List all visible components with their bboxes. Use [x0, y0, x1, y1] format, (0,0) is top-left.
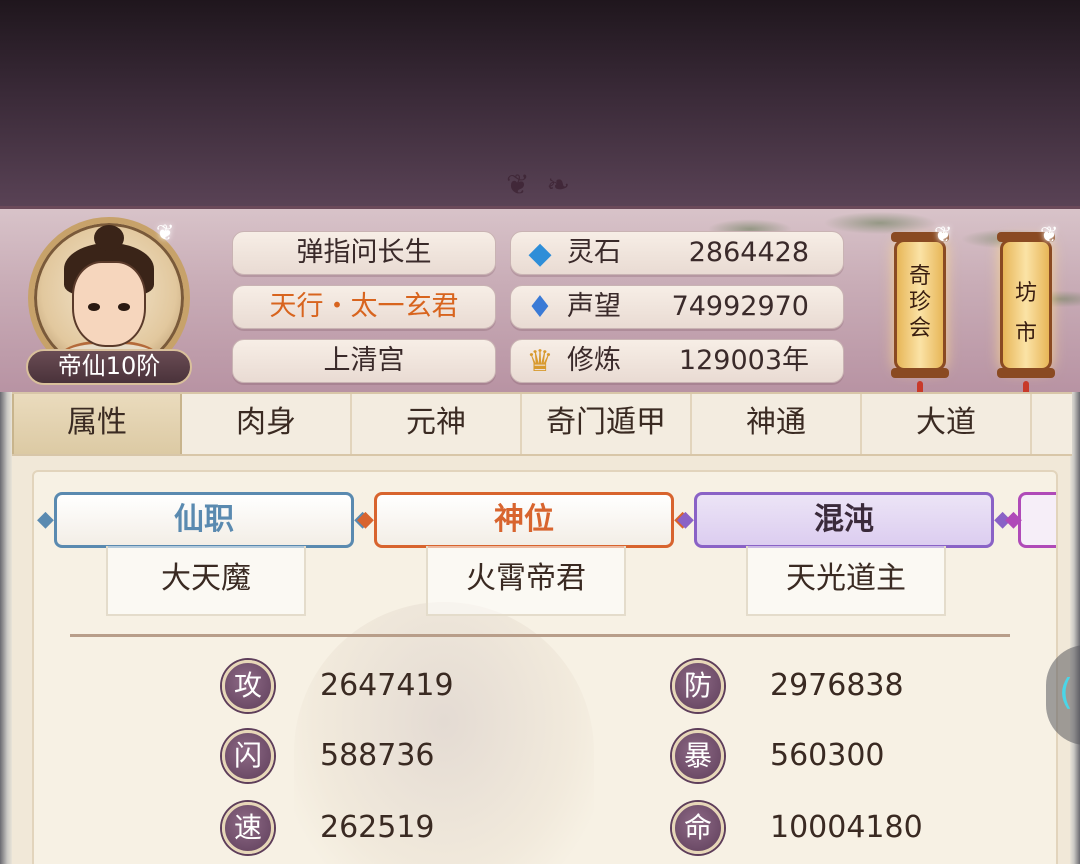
chevron-left-icon: ◆ [677, 507, 694, 532]
butterfly-icon: ❦ [156, 221, 175, 246]
chevron-left-icon: ◆ [357, 507, 374, 532]
title-card-divine-rank[interactable]: ◆ 神位 ◆ 火霄帝君 [357, 492, 691, 642]
title-card-chaos[interactable]: ◆ 混沌 ◆ 天光道主 [677, 492, 1011, 642]
avatar-face [72, 261, 146, 347]
attribute-attack: 攻 2647419 [222, 660, 522, 714]
tab-bar: 属性 肉身 元神 奇门遁甲 神通 大道 [12, 392, 1072, 456]
player-title[interactable]: 天行・太一玄君 [232, 285, 496, 329]
title-banner-label: 神位 [494, 502, 554, 537]
chevron-left-icon: ◆ [37, 507, 54, 532]
attribute-badge: 闪 [222, 730, 274, 782]
resource-label: 声望 [567, 291, 621, 322]
attribute-badge: 暴 [672, 730, 724, 782]
right-frame [1070, 392, 1080, 864]
resource-reputation[interactable]: ♦ 声望 74992970 [510, 285, 844, 329]
player-sect[interactable]: 上清宫 [232, 339, 496, 383]
resource-value: 129003年 [678, 345, 809, 376]
attribute-value: 2647419 [320, 668, 454, 703]
title-value: 大天魔 [106, 546, 306, 616]
attribute-value: 560300 [770, 738, 885, 773]
title-banner: ◆ 仙职 ◆ [37, 492, 371, 548]
chevron-left-icon: ( [1058, 672, 1074, 713]
attribute-value: 588736 [320, 738, 435, 773]
title-banner: ◆ 混沌 ◆ [677, 492, 1011, 548]
attribute-defense: 防 2976838 [672, 660, 972, 714]
player-name: 弹指问长生 [232, 231, 496, 275]
title-value: 火霄帝君 [426, 546, 626, 616]
resource-label: 灵石 [567, 237, 621, 268]
treasure-fair-lantern-button[interactable]: 奇珍会 [891, 232, 949, 378]
rank-badge: 帝仙10阶 [26, 349, 192, 385]
title-banner-label: 混沌 [814, 502, 874, 537]
top-ornament-icon: ❦ ❧ [506, 168, 574, 201]
attribute-badge: 命 [672, 802, 724, 854]
avatar-eye [88, 303, 100, 311]
tab-body[interactable]: 肉身 [182, 394, 352, 454]
butterfly-icon: ❦ [934, 223, 953, 248]
resource-value: 2864428 [688, 237, 809, 268]
left-frame [0, 392, 12, 864]
attribute-badge: 攻 [222, 660, 274, 712]
attribute-dodge: 闪 588736 [222, 730, 522, 784]
title-value: 天光道主 [746, 546, 946, 616]
tab-attributes[interactable]: 属性 [12, 394, 182, 454]
next-title-card-partial[interactable]: ◆ [1005, 492, 1056, 548]
reputation-icon: ♦ [526, 290, 554, 325]
lantern-label: 奇珍会 [909, 264, 932, 341]
lantern-label: 坊市 [1015, 281, 1038, 346]
resource-spirit-stone[interactable]: ◆ 灵石 2864428 [510, 231, 844, 275]
market-lantern-button[interactable]: 坊市 [997, 232, 1055, 378]
section-divider [70, 634, 1010, 637]
tab-great-dao[interactable]: 大道 [862, 394, 1032, 454]
resource-value: 74992970 [671, 291, 809, 322]
avatar-hair-bun [94, 225, 124, 251]
title-banner: ◆ 神位 ◆ [357, 492, 691, 548]
attributes-panel: ◆ 仙职 ◆ 大天魔 ◆ 神位 ◆ 火霄帝君 ◆ 混沌 ◆ 天光道主 ◆ 攻 2… [12, 456, 1070, 864]
title-card-immortal-post[interactable]: ◆ 仙职 ◆ 大天魔 [37, 492, 371, 642]
attribute-badge: 速 [222, 802, 274, 854]
attribute-value: 10004180 [770, 810, 923, 845]
attribute-critical: 暴 560300 [672, 730, 972, 784]
cultivation-icon: ♛ [526, 344, 554, 379]
resource-cultivation[interactable]: ♛ 修炼 129003年 [510, 339, 844, 383]
avatar-eye [118, 303, 130, 311]
tab-divine-power[interactable]: 神通 [692, 394, 862, 454]
butterfly-icon: ❦ [1040, 223, 1059, 248]
attribute-speed: 速 262519 [222, 802, 522, 856]
tab-qimen[interactable]: 奇门遁甲 [522, 394, 692, 454]
chevron-left-icon: ◆ [1005, 507, 1022, 532]
attribute-value: 262519 [320, 810, 435, 845]
attributes-inner-frame: ◆ 仙职 ◆ 大天魔 ◆ 神位 ◆ 火霄帝君 ◆ 混沌 ◆ 天光道主 ◆ 攻 2… [32, 470, 1058, 864]
attribute-value: 2976838 [770, 668, 904, 703]
attribute-badge: 防 [672, 660, 724, 712]
tab-spirit[interactable]: 元神 [352, 394, 522, 454]
title-banner-label: 仙职 [174, 502, 234, 537]
spirit-stone-icon: ◆ [528, 236, 552, 271]
resource-label: 修炼 [567, 345, 621, 376]
player-header: ❦ 帝仙10阶 弹指问长生 天行・太一玄君 上清宫 ◆ 灵石 2864428 ♦… [0, 206, 1080, 397]
attribute-hp: 命 10004180 [672, 802, 972, 856]
